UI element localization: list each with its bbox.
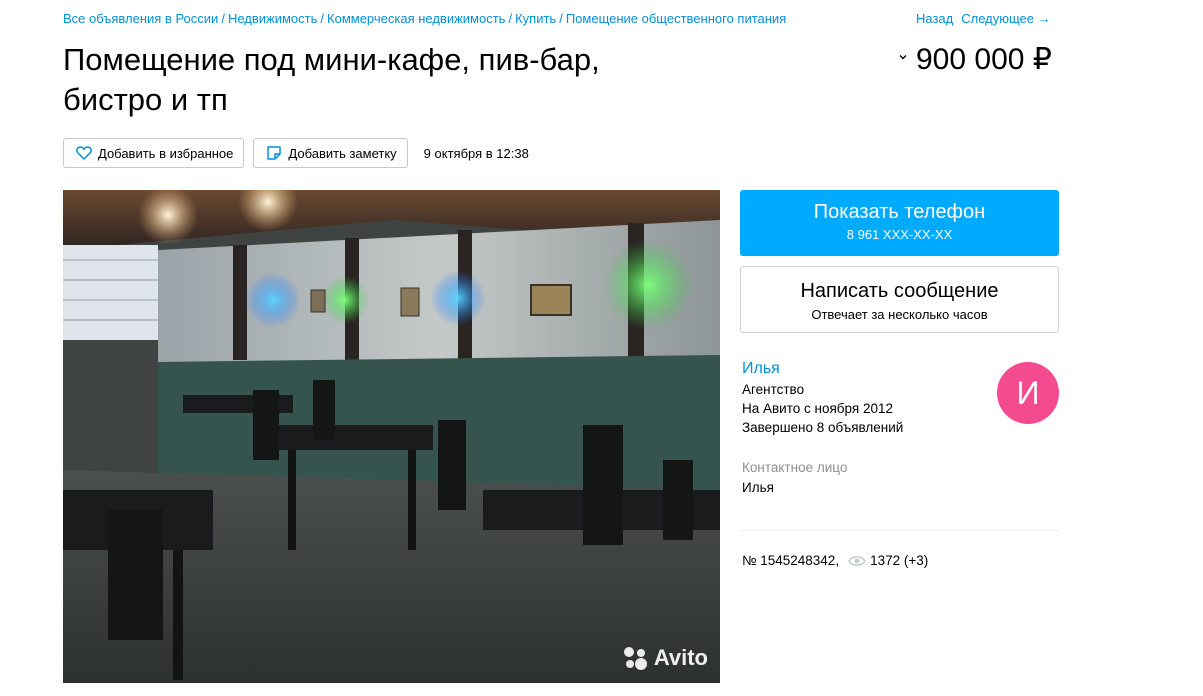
- add-note-button[interactable]: Добавить заметку: [253, 138, 408, 168]
- avatar[interactable]: И: [997, 362, 1059, 424]
- cafe-interior-photo: [63, 190, 720, 683]
- write-message-button[interactable]: Написать сообщение Отвечает за несколько…: [740, 266, 1059, 333]
- price-block: 900 000 ₽: [896, 42, 1052, 77]
- write-message-label: Написать сообщение: [800, 280, 999, 302]
- view-count: 1372 (+3): [870, 553, 929, 568]
- price-value: 900 000 ₽: [916, 43, 1052, 76]
- add-to-favorites-label: Добавить в избранное: [98, 145, 234, 161]
- breadcrumb-catering-premises[interactable]: Помещение общественного питания: [566, 11, 786, 26]
- back-link[interactable]: Назад: [916, 11, 953, 26]
- listing-number: № 1545248342,: [742, 553, 840, 568]
- page-title: Помещение под мини-кафе, пив-бар, бистро…: [63, 40, 703, 120]
- next-link[interactable]: Следующее →: [961, 11, 1050, 26]
- avito-logo-icon: [623, 647, 647, 670]
- breadcrumb-separator: /: [559, 11, 563, 26]
- show-phone-button[interactable]: Показать телефон 8 961 XXX-XX-XX: [740, 190, 1059, 256]
- chevron-down-icon[interactable]: [896, 50, 910, 64]
- breadcrumb-separator: /: [320, 11, 325, 26]
- add-note-label: Добавить заметку: [288, 145, 397, 161]
- add-to-favorites-button[interactable]: Добавить в избранное: [63, 138, 245, 168]
- contact-person-name: Илья: [742, 480, 774, 495]
- contact-person-label: Контактное лицо: [742, 460, 848, 475]
- avito-watermark: Avito: [622, 645, 708, 671]
- heart-icon: [76, 146, 92, 160]
- show-phone-label: Показать телефон: [813, 201, 986, 223]
- breadcrumb-all-ads[interactable]: Все объявления в России: [63, 11, 218, 26]
- listing-meta: № 1545248342, 1372 (+3): [742, 553, 928, 568]
- avito-watermark-text: Avito: [653, 645, 708, 670]
- eye-icon: [848, 555, 866, 566]
- page-title-line-2: бистро и тп: [63, 82, 228, 117]
- breadcrumb-commercial[interactable]: Коммерческая недвижимость: [327, 11, 505, 26]
- listing-navigation: Назад Следующее →: [916, 11, 1051, 26]
- page-title-line-1: Помещение под мини-кафе, пив-бар,: [63, 42, 600, 77]
- ad-actions: Добавить в избранное Добавить заметку 9 …: [63, 138, 529, 168]
- breadcrumb-separator: /: [221, 11, 225, 26]
- publication-date: 9 октября в 12:38: [423, 145, 529, 161]
- breadcrumb-buy[interactable]: Купить: [515, 11, 556, 26]
- phone-number-masked: 8 961 XXX-XX-XX: [846, 227, 953, 242]
- divider: [740, 530, 1059, 531]
- contact-person: Контактное лицо Илья: [742, 460, 847, 495]
- response-time: Отвечает за несколько часов: [811, 307, 988, 322]
- seller-completed-ads: Завершено 8 объявлений: [742, 420, 904, 435]
- listing-photo[interactable]: Avito: [63, 190, 720, 683]
- note-icon: [267, 146, 282, 160]
- breadcrumb-real-estate[interactable]: Недвижимость: [228, 11, 317, 26]
- breadcrumb-separator: /: [508, 11, 513, 26]
- breadcrumb: Все объявления в России / Недвижимость / Ком…: [63, 11, 786, 26]
